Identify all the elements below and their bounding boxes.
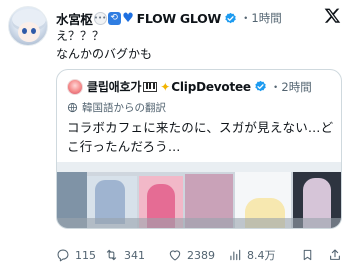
x-logo-icon[interactable] <box>324 7 341 24</box>
reply-count: 115 <box>75 248 96 262</box>
author-name[interactable]: 水宮枢 <box>56 9 93 28</box>
repost-button[interactable]: 341 <box>104 248 145 262</box>
translation-label[interactable]: 韓国語からの翻訳 <box>67 100 166 115</box>
tweet-action-bar: 115 341 2389 8.4万 <box>56 245 342 265</box>
share-button[interactable] <box>328 248 347 262</box>
photo-ceiling <box>57 162 341 172</box>
quoted-text-line: こ行ったんだろう… <box>67 139 181 154</box>
views-chart-icon <box>230 249 241 261</box>
globe-icon <box>67 102 78 113</box>
reply-button[interactable]: 115 <box>56 248 96 262</box>
piano-emoji-icon <box>143 81 158 92</box>
views-button[interactable]: 8.4万 <box>228 247 276 263</box>
bookmark-button[interactable] <box>301 248 319 262</box>
tweet-text-line: なんかのバグかも <box>56 47 153 61</box>
blue-heart-emoji-icon: ♥ <box>122 10 134 26</box>
like-count: 2389 <box>187 248 215 262</box>
photo-floor <box>57 218 341 228</box>
reply-icon <box>57 249 69 262</box>
avatar-eye <box>31 28 36 34</box>
sparkle-emoji-icon: ✦ <box>160 79 171 94</box>
like-button[interactable]: 2389 <box>168 248 215 262</box>
author-name-suffix[interactable]: FLOW GLOW <box>137 11 222 26</box>
quoted-tweet-card[interactable]: 클립애호가 ✦ ClipDevotee ・2時間 韓国語からの翻訳 コラボカフェ… <box>56 69 342 229</box>
heart-icon <box>169 250 181 261</box>
tweet-text-line: え？？？ <box>56 29 105 43</box>
bookmark-icon <box>303 249 312 261</box>
quoted-author-avatar[interactable] <box>67 78 83 95</box>
quoted-tweet-time[interactable]: ・2時間 <box>270 79 312 95</box>
translation-label-text: 韓国語からの翻訳 <box>82 102 166 114</box>
quoted-author-handle[interactable]: ClipDevotee <box>171 80 251 94</box>
view-count: 8.4万 <box>247 249 276 262</box>
verified-badge-icon <box>225 12 236 23</box>
quoted-text-line: コラボカフェに来たのに、スガが見えない…ど <box>67 120 334 135</box>
tweet-time[interactable]: ・1時間 <box>240 10 282 26</box>
quoted-tweet-header: 클립애호가 ✦ ClipDevotee ・2時間 <box>67 78 312 95</box>
tweet-header: 水宮枢 ••• ⟲ ♥ FLOW GLOW ・1時間 <box>56 8 342 28</box>
repost-count: 341 <box>124 248 145 262</box>
quoted-photo[interactable] <box>57 162 341 228</box>
quoted-author-name[interactable]: 클립애호가 <box>87 78 141 95</box>
repeat-emoji-icon: ⟲ <box>107 11 121 25</box>
author-avatar[interactable] <box>8 6 48 46</box>
speech-bubble-emoji-icon: ••• <box>93 11 107 25</box>
verified-badge-icon <box>255 80 266 92</box>
share-icon <box>330 249 340 260</box>
repost-icon <box>106 249 117 261</box>
avatar-eye <box>22 28 27 34</box>
